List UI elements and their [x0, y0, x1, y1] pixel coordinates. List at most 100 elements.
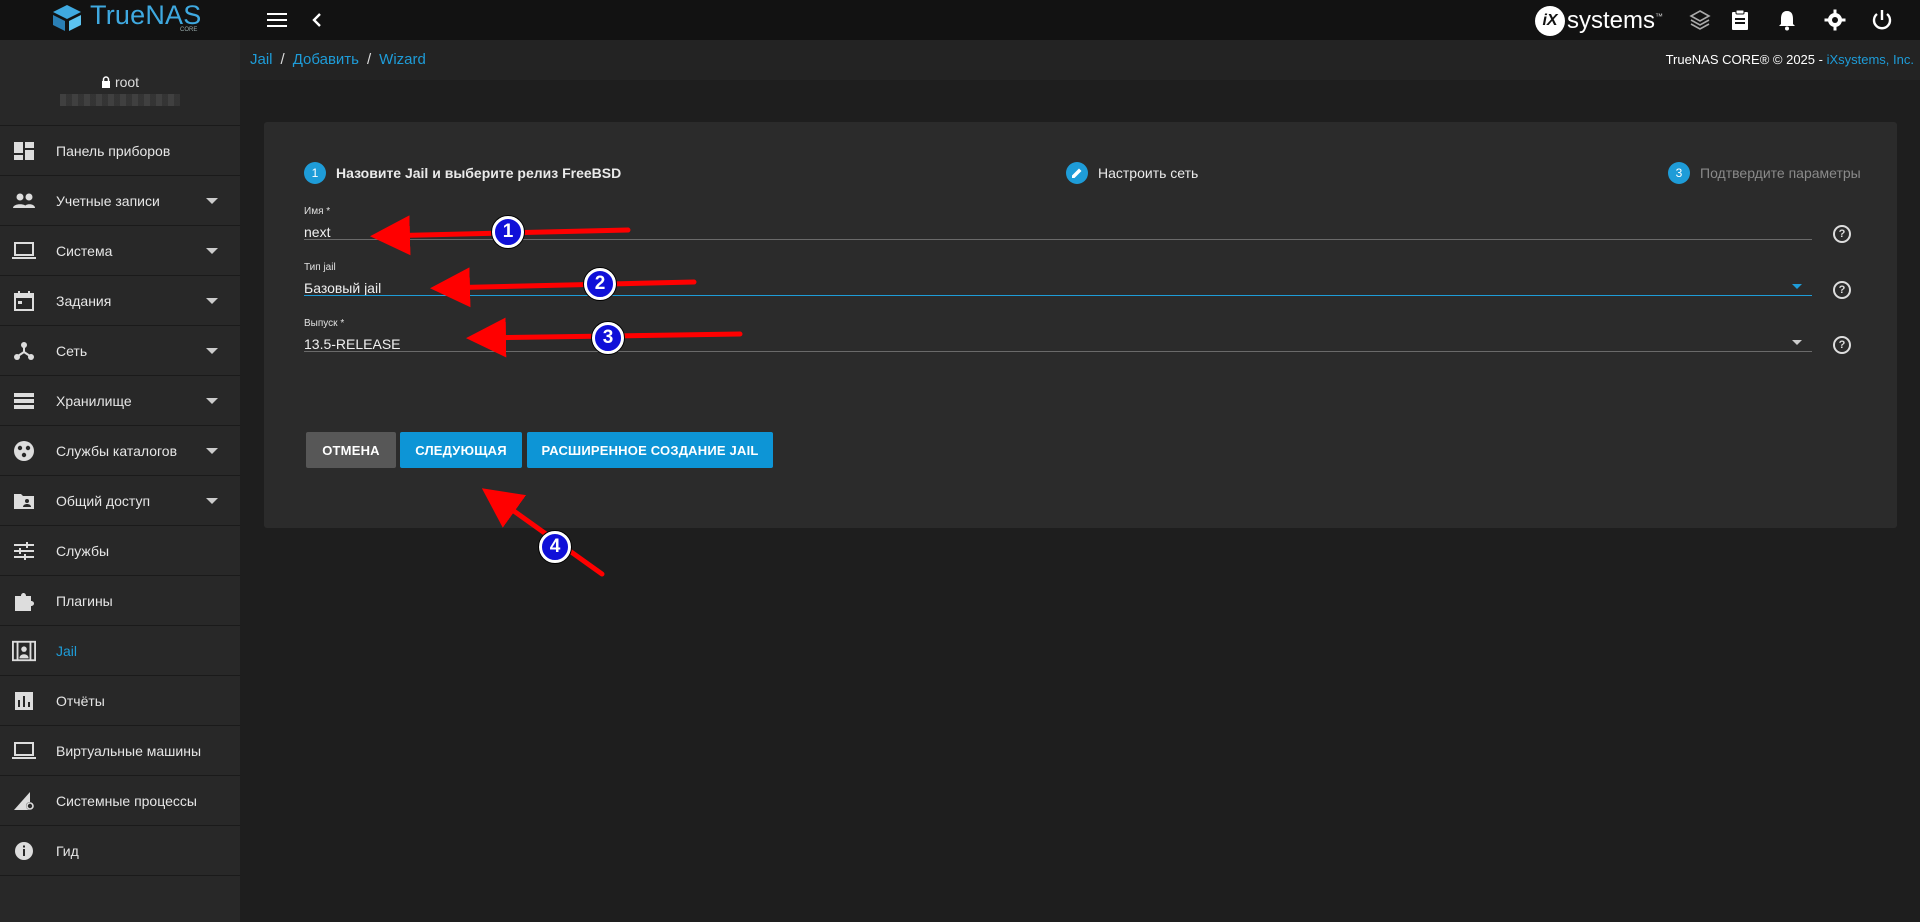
breadcrumb-add[interactable]: Добавить — [293, 51, 359, 68]
annotation-badge-2: 2 — [584, 268, 616, 300]
annotation-badge-3: 3 — [592, 322, 624, 354]
breadcrumb-separator: / — [280, 51, 285, 68]
menu-icon[interactable] — [264, 7, 290, 33]
chevron-down-icon — [206, 498, 218, 504]
sidebar-item-label: Общий доступ — [56, 492, 151, 509]
chevron-down-icon — [206, 198, 218, 204]
release-field[interactable]: Выпуск * 13.5-RELEASE — [304, 318, 1832, 352]
help-icon[interactable]: ? — [1833, 281, 1851, 299]
chart-icon — [12, 690, 36, 712]
storage-icon — [12, 390, 36, 412]
sidebar-item-label: Службы — [56, 542, 110, 559]
step-label: Настроить сеть — [1098, 165, 1199, 181]
sidebar-item-label: Учетные записи — [56, 192, 160, 209]
bell-icon[interactable] — [1773, 6, 1801, 34]
step-3[interactable]: 3 Подтвердите параметры — [1668, 162, 1861, 184]
step-label: Назовите Jail и выберите релиз FreeBSD — [336, 165, 622, 181]
chevron-down-icon — [206, 398, 218, 404]
ix-tm: ™ — [1655, 11, 1664, 21]
lock-icon — [101, 76, 110, 88]
chevron-down-icon — [206, 298, 218, 304]
sidebar-item-virtual-machines[interactable]: Виртуальные машины — [0, 726, 240, 776]
chevron-down-icon — [206, 248, 218, 254]
truenas-logo-icon — [53, 4, 81, 31]
sidebar-item-label: Система — [56, 242, 113, 259]
puzzle-icon — [12, 590, 36, 612]
sidebar-item-system-processes[interactable]: Системные процессы — [0, 776, 240, 826]
truecommand-icon[interactable] — [1686, 6, 1714, 34]
name-underline — [304, 239, 1812, 240]
user-name[interactable]: root — [101, 74, 139, 90]
gear-icon[interactable] — [1821, 6, 1849, 34]
sidebar-item-network[interactable]: Сеть — [0, 326, 240, 376]
jail-icon — [12, 640, 36, 662]
step-label: Подтвердите параметры — [1700, 165, 1861, 181]
directory-icon — [12, 440, 36, 462]
user-block: root — [0, 40, 240, 126]
sidebar-item-directory-services[interactable]: Службы каталогов — [0, 426, 240, 476]
sidebar-item-services[interactable]: Службы — [0, 526, 240, 576]
sidebar-item-tasks[interactable]: Задания — [0, 276, 240, 326]
brand-name: TrueNAS — [90, 0, 202, 30]
help-icon[interactable]: ? — [1833, 336, 1851, 354]
name-input[interactable]: next — [304, 224, 1832, 244]
advanced-jail-creation-button[interactable]: РАСШИРЕННОЕ СОЗДАНИЕ JAIL — [527, 432, 773, 468]
help-icon[interactable]: ? — [1833, 225, 1851, 243]
step-2[interactable]: Настроить сеть — [1066, 162, 1198, 184]
info-icon — [12, 840, 36, 862]
sidebar-item-label: Виртуальные машины — [56, 742, 202, 759]
chevron-down-icon — [206, 448, 218, 454]
breadcrumb-separator: / — [366, 51, 372, 68]
jail-type-field[interactable]: Тип jail Базовый jail — [304, 262, 1832, 296]
sidebar-item-sharing[interactable]: Общий доступ — [0, 476, 240, 526]
step-number: 1 — [304, 162, 326, 184]
annotation-badge-4: 4 — [539, 531, 571, 563]
sidebar-item-system[interactable]: Система — [0, 226, 240, 276]
sidebar-item-label: Сеть — [56, 342, 88, 359]
copyright-text: TrueNAS CORE® © 2025 - — [1665, 52, 1827, 67]
annotation-badge-1: 1 — [492, 216, 524, 248]
dropdown-arrow-icon — [1792, 340, 1802, 345]
sidebar-item-plugins[interactable]: Плагины — [0, 576, 240, 626]
ixsystems-logo[interactable]: iX systems ™ — [1535, 6, 1663, 36]
jail-type-select[interactable]: Базовый jail — [304, 280, 1832, 300]
wizard-stepper: 1 Назовите Jail и выберите релиз FreeBSD… — [304, 162, 1864, 188]
truenas-logo[interactable]: TrueNAS CORE — [50, 2, 201, 33]
jail-type-label: Тип jail — [304, 262, 336, 273]
brand-sub: CORE — [180, 27, 198, 33]
name-label: Имя * — [304, 206, 331, 217]
sidebar-item-dashboard[interactable]: Панель приборов — [0, 126, 240, 176]
processes-icon — [12, 790, 36, 812]
laptop-icon — [12, 240, 36, 262]
tune-icon — [12, 540, 36, 562]
dropdown-arrow-icon — [1792, 284, 1802, 289]
clipboard-icon[interactable] — [1726, 6, 1754, 34]
sidebar-item-label: Системные процессы — [56, 792, 197, 809]
breadcrumb-jail[interactable]: Jail — [250, 51, 273, 68]
laptop-icon — [12, 740, 36, 762]
release-underline — [304, 351, 1812, 352]
step-1[interactable]: 1 Назовите Jail и выберите релиз FreeBSD — [304, 162, 621, 184]
chevron-left-icon[interactable] — [304, 7, 330, 33]
top-bar: TrueNAS CORE iX systems ™ — [0, 0, 1920, 40]
sidebar-item-jail[interactable]: Jail — [0, 626, 240, 676]
pencil-icon — [1066, 162, 1088, 184]
sidebar-item-reports[interactable]: Отчёты — [0, 676, 240, 726]
sidebar-item-storage[interactable]: Хранилище — [0, 376, 240, 426]
breadcrumb-wizard[interactable]: Wizard — [379, 51, 426, 68]
sidebar-item-label: Плагины — [56, 592, 113, 609]
jail-wizard-card: 1 Назовите Jail и выберите релиз FreeBSD… — [264, 122, 1897, 528]
hostname-redacted — [60, 94, 180, 106]
release-select[interactable]: 13.5-RELEASE — [304, 336, 1832, 356]
network-icon — [12, 340, 36, 362]
cancel-button[interactable]: ОТМЕНА — [306, 432, 396, 468]
name-field[interactable]: Имя * next — [304, 206, 1832, 240]
next-button[interactable]: СЛЕДУЮЩАЯ — [400, 432, 522, 468]
ix-word: systems — [1567, 7, 1656, 34]
copyright-link[interactable]: iXsystems, Inc. — [1827, 52, 1914, 67]
sidebar-item-label: Задания — [56, 292, 112, 309]
sidebar-item-guide[interactable]: Гид — [0, 826, 240, 876]
sidebar-item-accounts[interactable]: Учетные записи — [0, 176, 240, 226]
breadcrumb-bar: Jail / Добавить / Wizard TrueNAS CORE® ©… — [240, 40, 1920, 80]
power-icon[interactable] — [1868, 6, 1896, 34]
